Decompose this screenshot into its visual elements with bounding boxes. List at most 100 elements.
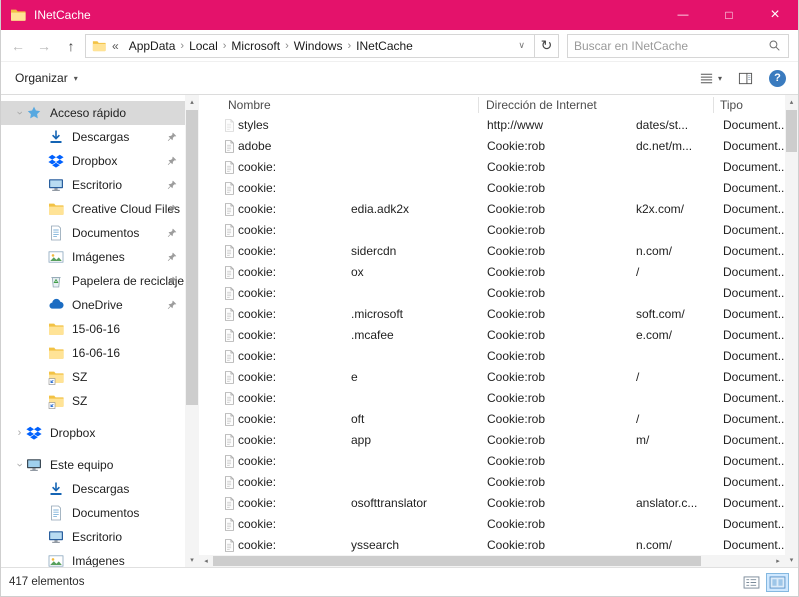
scroll-left-icon[interactable]: ◂ <box>199 555 213 567</box>
file-cell-tipo: Document... <box>723 181 785 195</box>
file-row[interactable]: cookie: Cookie:rob Document... <box>199 178 785 199</box>
chevron-down-icon[interactable]: › <box>14 459 26 472</box>
file-cell-addr2: e.com/ <box>636 328 673 342</box>
file-row[interactable]: cookie: .microsoft Cookie:rob soft.com/Docu… <box>199 304 785 325</box>
breadcrumb-item-microsoft[interactable]: Microsoft <box>226 39 285 53</box>
change-view-button[interactable]: ▾ <box>699 71 722 86</box>
sidebar-item-dropbox[interactable]: Dropbox <box>1 149 185 173</box>
horizontal-scrollbar-thumb[interactable] <box>213 556 701 566</box>
thumbnails-view-button[interactable] <box>766 572 789 592</box>
refresh-button[interactable]: ↻ <box>535 33 559 58</box>
file-cell-addr2: / <box>636 412 640 426</box>
sidebar-scrollbar[interactable]: ▴ ▾ <box>185 95 199 567</box>
breadcrumb-item-appdata[interactable]: AppData <box>124 39 181 53</box>
file-cell-tipo: Document... <box>723 538 785 552</box>
file-row[interactable]: cookie: sidercdn Cookie:rob n.com/Document.… <box>199 241 785 262</box>
scroll-down-icon[interactable]: ▾ <box>185 553 199 567</box>
sidebar-item-15-06-16[interactable]: 15-06-16 <box>1 317 185 341</box>
file-page-icon <box>222 286 236 301</box>
scroll-down-icon[interactable]: ▾ <box>785 553 798 567</box>
file-row[interactable]: cookie: Cookie:rob Document... <box>199 346 785 367</box>
breadcrumb-item-inetcache[interactable]: INetCache <box>351 39 418 53</box>
sidebar-item-documentos[interactable]: Documentos <box>1 221 185 245</box>
horizontal-scrollbar[interactable]: ◂ ▸ <box>199 555 785 567</box>
file-row[interactable]: styles http://www dates/st... Document... <box>199 115 785 136</box>
file-page-icon <box>222 475 236 490</box>
column-header-nombre[interactable]: Nombre <box>228 98 271 112</box>
address-dropdown-icon[interactable]: ∨ <box>511 40 532 51</box>
sidebar-item-label: SZ <box>72 370 88 384</box>
column-divider[interactable] <box>478 97 479 113</box>
file-row[interactable]: cookie: .mcafee Cookie:rob e.com/Document..… <box>199 325 785 346</box>
column-header-direccion[interactable]: Dirección de Internet <box>486 98 597 112</box>
sidebar-item-descargas[interactable]: Descargas <box>1 477 185 501</box>
file-list-header: Nombre Dirección de Internet Tipo <box>199 95 785 115</box>
sidebar-item-imágenes[interactable]: Imágenes <box>1 549 185 567</box>
scroll-up-icon[interactable]: ▴ <box>785 95 798 109</box>
file-row[interactable]: cookie: Cookie:rob Document... <box>199 388 785 409</box>
sidebar-scrollbar-thumb[interactable] <box>186 110 198 405</box>
sidebar-item-descargas[interactable]: Descargas <box>1 125 185 149</box>
sidebar-item-dropbox[interactable]: › Dropbox <box>1 421 185 445</box>
file-cell-addr2: / <box>636 370 640 384</box>
sidebar-item-este-equipo[interactable]: › Este equipo <box>1 453 185 477</box>
vertical-scrollbar-thumb[interactable] <box>786 110 797 152</box>
sidebar-item-escritorio[interactable]: Escritorio <box>1 525 185 549</box>
sidebar-item-documentos[interactable]: Documentos <box>1 501 185 525</box>
breadcrumb-overflow-icon[interactable]: « <box>111 39 122 53</box>
chevron-right-icon[interactable]: › <box>13 427 26 439</box>
file-row[interactable]: cookie: oft Cookie:rob / Document... <box>199 409 785 430</box>
preview-pane-button[interactable] <box>738 71 753 86</box>
help-button[interactable]: ? <box>769 69 786 87</box>
sidebar-item-creative-cloud-files[interactable]: Creative Cloud Files <box>1 197 185 221</box>
search-icon[interactable] <box>760 39 788 52</box>
sidebar-item-sz[interactable]: SZ <box>1 365 185 389</box>
breadcrumb-item-local[interactable]: Local <box>184 39 223 53</box>
details-view-button[interactable] <box>740 573 763 592</box>
file-row[interactable]: cookie: ox Cookie:rob / Document... <box>199 262 785 283</box>
file-cell-addr: Cookie:rob <box>487 370 546 384</box>
sidebar-item-escritorio[interactable]: Escritorio <box>1 173 185 197</box>
maximize-button[interactable]: □ <box>706 0 752 30</box>
file-cell-name: cookie: <box>238 538 277 552</box>
file-cell-addr: Cookie:rob <box>487 202 546 216</box>
sidebar-item-papelera-de-reciclaje[interactable]: Papelera de reciclaje <box>1 269 185 293</box>
file-cell-tipo: Document... <box>723 391 785 405</box>
file-row[interactable]: cookie: e Cookie:rob / Document... <box>199 367 785 388</box>
organize-button[interactable]: Organizar ▾ <box>15 71 78 85</box>
file-row[interactable]: cookie: Cookie:rob Document... <box>199 451 785 472</box>
chevron-down-icon[interactable]: › <box>14 107 26 120</box>
file-row[interactable]: cookie: app Cookie:rob m/Document... <box>199 430 785 451</box>
column-divider[interactable] <box>713 97 714 113</box>
back-button[interactable]: ← <box>5 33 31 59</box>
sidebar-item-acceso-rápido[interactable]: › Acceso rápido <box>1 101 185 125</box>
address-bar[interactable]: « AppData › Local › Microsoft › Windows › INetCa… <box>85 33 535 58</box>
chevron-down-icon: ▾ <box>73 73 78 83</box>
file-row[interactable]: cookie: Cookie:rob Document... <box>199 220 785 241</box>
file-row[interactable]: cookie: yssearch Cookie:rob n.com/Document.… <box>199 535 785 555</box>
sidebar-item-sz[interactable]: SZ <box>1 389 185 413</box>
folder-link-icon <box>48 369 64 385</box>
breadcrumb-item-windows[interactable]: Windows <box>289 39 348 53</box>
minimize-button[interactable]: — <box>660 0 706 30</box>
close-button[interactable]: × <box>752 0 798 30</box>
sidebar-item-onedrive[interactable]: OneDrive <box>1 293 185 317</box>
sidebar-item-imágenes[interactable]: Imágenes <box>1 245 185 269</box>
file-row[interactable]: cookie: Cookie:rob Document... <box>199 472 785 493</box>
vertical-scrollbar[interactable]: ▴ ▾ <box>785 95 798 567</box>
chevron-down-icon: ▾ <box>717 73 722 83</box>
file-row[interactable]: cookie: Cookie:rob Document... <box>199 514 785 535</box>
scroll-right-icon[interactable]: ▸ <box>771 555 785 567</box>
scroll-up-icon[interactable]: ▴ <box>185 95 199 109</box>
file-row[interactable]: cookie: osofttranslator Cookie:rob anslator… <box>199 493 785 514</box>
file-row[interactable]: cookie: Cookie:rob Document... <box>199 283 785 304</box>
column-header-tipo[interactable]: Tipo <box>720 98 743 112</box>
search-input[interactable] <box>568 38 760 53</box>
forward-button[interactable]: → <box>31 33 57 59</box>
up-button[interactable]: ↑ <box>57 33 85 59</box>
sidebar-item-16-06-16[interactable]: 16-06-16 <box>1 341 185 365</box>
file-row[interactable]: cookie: edia.adk2x Cookie:rob k2x.com/Docum… <box>199 199 785 220</box>
file-row[interactable]: adobe Cookie:rob dc.net/m... Document... <box>199 136 785 157</box>
pin-icon <box>166 131 178 143</box>
file-row[interactable]: cookie: Cookie:rob Document... <box>199 157 785 178</box>
